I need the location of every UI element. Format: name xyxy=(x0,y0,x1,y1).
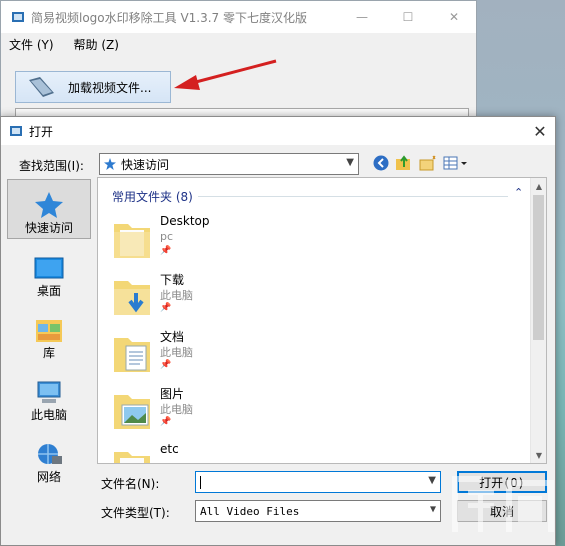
new-folder-icon[interactable] xyxy=(419,155,437,171)
place-quick-access[interactable]: 快速访问 xyxy=(7,179,91,239)
list-item-pictures[interactable]: 图片 此电脑 📌 xyxy=(112,385,412,441)
app-title: 简易视频logo水印移除工具 V1.3.7 零下七度汉化版 xyxy=(31,10,308,25)
place-label: 桌面 xyxy=(36,284,61,298)
file-list-pane: 常用文件夹 (8) ⌃ Desktop pc 📌 下载 此电脑 📌 文档 此电脑… xyxy=(97,177,547,464)
item-name: etc xyxy=(160,442,179,456)
folder-icon xyxy=(114,452,150,463)
list-item-etc[interactable]: etc xyxy=(112,442,412,463)
app-close-button[interactable]: ✕ xyxy=(431,1,477,33)
menu-file[interactable]: 文件 (Y) xyxy=(9,36,54,53)
filename-input[interactable]: ▼ xyxy=(195,471,441,493)
chevron-down-icon[interactable]: ▼ xyxy=(428,475,436,486)
filetype-select[interactable]: All Video Files ▼ xyxy=(195,500,441,522)
chevron-down-icon: ▼ xyxy=(429,504,436,515)
place-this-pc[interactable]: 此电脑 xyxy=(7,365,91,425)
open-folder-icon xyxy=(29,77,54,97)
place-label: 网络 xyxy=(36,470,61,484)
item-location: 此电脑 xyxy=(160,403,193,416)
place-desktop[interactable]: 桌面 xyxy=(7,241,91,301)
item-name: Desktop xyxy=(160,214,210,228)
collapse-chevron-icon[interactable]: ⌃ xyxy=(514,186,523,199)
item-name: 图片 xyxy=(160,387,185,401)
look-in-label: 查找范围(I): xyxy=(19,158,84,173)
computer-icon xyxy=(37,381,61,403)
look-in-row: 查找范围(I): 快速访问 ▼ xyxy=(19,153,359,177)
place-label: 快速访问 xyxy=(24,221,73,235)
pin-icon: 📌 xyxy=(160,360,172,370)
vertical-scrollbar[interactable]: ▲ ▼ xyxy=(530,178,546,463)
scroll-down-icon[interactable]: ▼ xyxy=(531,447,546,463)
app-maximize-button[interactable]: ☐ xyxy=(385,1,431,33)
item-location: pc xyxy=(160,230,174,243)
app-minimize-button[interactable]: — xyxy=(339,1,385,33)
nav-toolbar xyxy=(373,155,469,171)
look-in-value: 快速访问 xyxy=(121,157,170,172)
places-bar: 快速访问 桌面 库 此电脑 网络 xyxy=(7,177,93,484)
list-item-desktop[interactable]: Desktop pc 📌 xyxy=(112,214,412,270)
app-logo-icon xyxy=(12,12,24,22)
item-name: 文档 xyxy=(160,330,185,344)
item-location: 此电脑 xyxy=(160,289,193,302)
pin-icon: 📌 xyxy=(160,303,172,313)
place-libraries[interactable]: 库 xyxy=(7,303,91,363)
chevron-down-icon: ▼ xyxy=(346,157,354,168)
dialog-close-button[interactable]: ✕ xyxy=(525,117,555,145)
place-network[interactable]: 网络 xyxy=(7,427,91,487)
group-divider xyxy=(198,196,508,197)
view-menu-icon[interactable] xyxy=(443,155,469,171)
quick-access-star-icon xyxy=(104,158,116,170)
desktop-icon xyxy=(34,257,64,279)
place-label: 库 xyxy=(42,346,55,360)
filetype-value: All Video Files xyxy=(200,504,300,518)
up-folder-icon[interactable] xyxy=(395,155,413,171)
filetype-label: 文件类型(T): xyxy=(101,506,170,520)
folder-icon xyxy=(114,224,150,258)
group-header-frequent-folders[interactable]: 常用文件夹 (8) xyxy=(112,188,193,205)
annotation-arrow-icon xyxy=(174,59,277,90)
scroll-up-icon[interactable]: ▲ xyxy=(531,178,546,194)
list-item-downloads[interactable]: 下载 此电脑 📌 xyxy=(112,271,412,327)
pin-icon: 📌 xyxy=(160,417,172,427)
documents-folder-icon xyxy=(114,338,150,372)
watermark-logo-icon xyxy=(452,476,554,532)
filename-label: 文件名(N): xyxy=(101,477,160,491)
pin-icon: 📌 xyxy=(160,246,172,256)
list-item-documents[interactable]: 文档 此电脑 📌 xyxy=(112,328,412,384)
downloads-folder-icon xyxy=(114,281,150,315)
menu-help[interactable]: 帮助 (Z) xyxy=(74,36,119,53)
dialog-titlebar: 打开 xyxy=(1,117,555,145)
back-icon[interactable] xyxy=(373,155,389,171)
quick-access-icon xyxy=(35,192,63,218)
library-icon xyxy=(36,320,62,342)
look-in-combo[interactable]: 快速访问 ▼ xyxy=(99,153,359,175)
dialog-app-icon xyxy=(10,126,22,136)
scroll-thumb[interactable] xyxy=(533,195,544,340)
item-location: 此电脑 xyxy=(160,346,193,359)
load-video-button[interactable]: 加载视频文件... xyxy=(15,71,171,103)
app-menubar: 文件 (Y) 帮助 (Z) xyxy=(1,33,476,55)
load-video-label: 加载视频文件... xyxy=(68,80,152,95)
item-name: 下载 xyxy=(160,273,185,287)
pictures-folder-icon xyxy=(114,395,150,429)
place-label: 此电脑 xyxy=(30,408,67,422)
dialog-title: 打开 xyxy=(29,124,54,139)
text-caret xyxy=(200,476,201,489)
network-icon xyxy=(38,444,62,464)
